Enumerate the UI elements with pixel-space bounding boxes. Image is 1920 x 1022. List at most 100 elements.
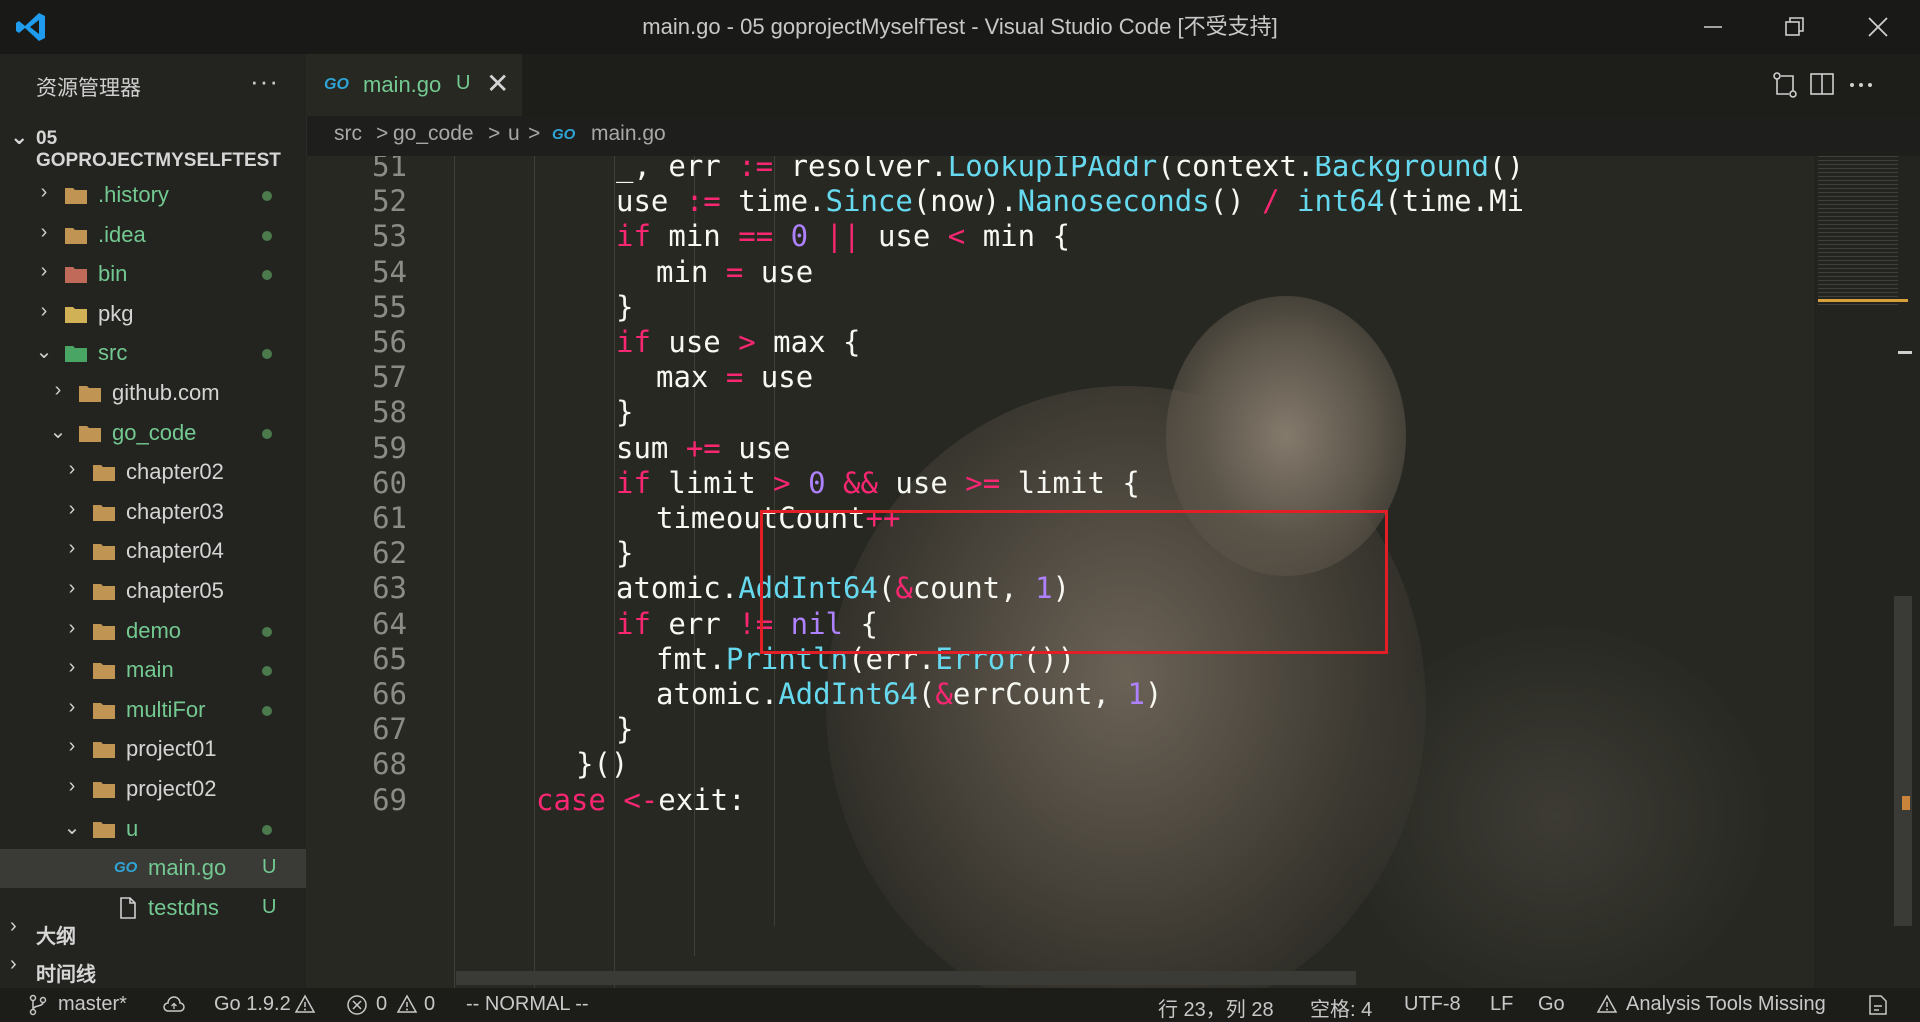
code-line[interactable]: case <-exit: [536, 783, 746, 817]
code-line[interactable]: _, err := resolver.LookupIPAddr(context.… [616, 156, 1524, 183]
restore-button[interactable] [1755, 0, 1835, 54]
go-file-icon: GO [552, 126, 576, 143]
split-editor-icon[interactable] [1808, 70, 1836, 98]
git-branch-label[interactable]: master* [58, 993, 127, 1016]
tree-item-label: main.go [148, 855, 227, 881]
error-count[interactable]: 0 [376, 993, 387, 1016]
code-line[interactable]: max = use [656, 360, 813, 394]
folder-item-multifor[interactable]: › multiFor [0, 691, 306, 730]
git-status-dot [262, 666, 272, 677]
code-token: = [725, 254, 744, 289]
folder-item-pkg[interactable]: › pkg [0, 295, 306, 334]
project-root[interactable]: ⌄ 05 GOPROJECTMYSELFTEST [0, 120, 306, 171]
folder-item-go-code[interactable]: ⌄ go_code [0, 414, 306, 453]
code-line[interactable]: if use > max { [616, 325, 860, 359]
folder-item-project01[interactable]: › project01 [0, 730, 306, 769]
code-line[interactable]: atomic.AddInt64(&errCount, 1) [656, 677, 1162, 711]
git-status-dot [262, 349, 272, 360]
git-status-dot [262, 230, 272, 241]
editor-more-icon[interactable] [1846, 70, 1876, 100]
line-number: 69 [372, 782, 407, 817]
warning-count[interactable]: 0 [424, 993, 435, 1016]
code-token: Background [1314, 156, 1490, 183]
more-actions-icon[interactable]: ··· [250, 66, 279, 97]
code-line[interactable]: if limit > 0 && use >= limit { [616, 466, 1140, 500]
breadcrumb-u[interactable]: u [508, 122, 520, 146]
breadcrumb-separator: > [528, 122, 541, 145]
encoding-label[interactable]: UTF-8 [1404, 993, 1461, 1016]
cursor-position[interactable]: 行 23，列 28 [1158, 993, 1274, 1022]
code-line[interactable]: } [616, 395, 633, 429]
indentation-setting[interactable]: 空格: 4 [1310, 993, 1372, 1022]
code-token: atomic. [616, 571, 739, 606]
code-line[interactable]: } [616, 536, 633, 570]
chevron-right-icon: › [68, 656, 76, 679]
code-line[interactable]: min = use [656, 255, 813, 289]
file-item-main-go[interactable]: GO main.go U [0, 849, 306, 889]
timeline-section[interactable]: › 时间线 [0, 950, 306, 988]
line-number: 51 [372, 156, 407, 183]
open-changes-icon[interactable] [1770, 70, 1800, 100]
folder-item-chapter02[interactable]: › chapter02 [0, 453, 306, 492]
tree-item-label: multiFor [126, 696, 206, 722]
sync-cloud-icon[interactable] [162, 996, 186, 1014]
code-token: (time.Mi [1384, 184, 1524, 219]
code-line[interactable]: use := time.Since(now).Nanoseconds() / i… [616, 184, 1524, 218]
folder-item-main[interactable]: › main [0, 651, 306, 690]
minimap[interactable] [1814, 156, 1920, 988]
close-window-button[interactable] [1838, 0, 1918, 54]
language-mode[interactable]: Go [1538, 993, 1565, 1016]
go-file-icon: GO [324, 76, 349, 93]
scrollbar-warning-marker [1902, 796, 1910, 810]
vertical-scrollbar[interactable] [1894, 596, 1912, 926]
folder-item-src[interactable]: ⌄ src [0, 334, 306, 373]
tree-item-label: go_code [112, 419, 197, 445]
horizontal-scrollbar[interactable] [456, 971, 1356, 985]
folder-item-bin[interactable]: › bin [0, 255, 306, 294]
folder-item-demo[interactable]: › demo [0, 612, 306, 651]
folder-item-chapter03[interactable]: › chapter03 [0, 493, 306, 532]
breadcrumb-src[interactable]: src [334, 122, 362, 146]
breadcrumb-go-code[interactable]: go_code [393, 122, 474, 146]
folder-item-u[interactable]: ⌄ u [0, 810, 306, 849]
code-token: (context. [1157, 156, 1315, 183]
eol-label[interactable]: LF [1490, 993, 1513, 1016]
folder-icon [79, 425, 101, 442]
analysis-tools-missing[interactable]: Analysis Tools Missing [1626, 993, 1826, 1016]
tab-close-icon[interactable]: ✕ [486, 67, 509, 100]
tree-item-label: chapter02 [126, 459, 224, 485]
code-token: errCount, [952, 677, 1128, 711]
code-token: () [1209, 184, 1263, 219]
minimize-button[interactable] [1673, 0, 1753, 54]
src-folder-icon [65, 346, 87, 363]
code-editor[interactable]: 51 52 53 54 55 56 57 58 59 60 61 62 63 64 65 66 67 68 69 _… [306, 156, 1814, 988]
tab-main-go[interactable]: GO main.go U ✕ [306, 54, 522, 116]
outline-section[interactable]: › 大纲 [0, 912, 306, 950]
folder-item--idea[interactable]: › .idea [0, 216, 306, 255]
line-number: 67 [372, 712, 407, 747]
code-line[interactable]: sum += use [616, 431, 791, 465]
code-token: := [685, 184, 721, 219]
code-line[interactable]: if min == 0 || use < min { [616, 219, 1070, 253]
folder-item-project02[interactable]: › project02 [0, 770, 306, 809]
code-token: >= [965, 465, 1001, 500]
code-line[interactable]: }() [576, 747, 628, 781]
folder-item--history[interactable]: › .history [0, 176, 306, 215]
folder-item-chapter04[interactable]: › chapter04 [0, 532, 306, 571]
indent-guide [534, 156, 535, 988]
feedback-icon[interactable] [1866, 993, 1890, 1017]
breadcrumb-separator: > [488, 122, 501, 145]
go-version-label[interactable]: Go 1.9.2 [214, 993, 291, 1016]
code-line[interactable]: } [616, 290, 633, 324]
folder-item-chapter05[interactable]: › chapter05 [0, 572, 306, 611]
breadcrumb-main-go[interactable]: main.go [591, 122, 666, 146]
folder-item-github-com[interactable]: › github.com [0, 374, 306, 413]
code-token: && [843, 465, 878, 500]
chevron-right-icon: › [10, 953, 17, 975]
folder-icon [93, 702, 115, 719]
code-line[interactable]: } [616, 712, 633, 746]
code-token: max { [755, 325, 861, 359]
